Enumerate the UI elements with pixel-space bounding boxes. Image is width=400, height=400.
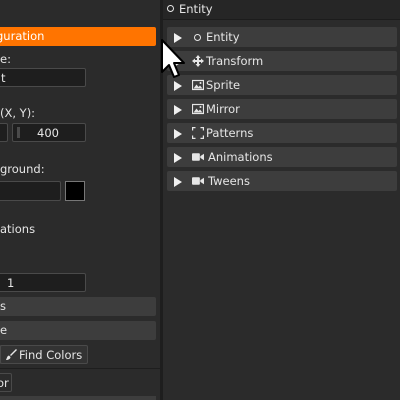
entity-title: Entity xyxy=(179,2,213,16)
expand-arrow-icon xyxy=(174,105,182,115)
button-2-label: e xyxy=(0,323,8,337)
image-icon xyxy=(192,79,204,91)
divider xyxy=(0,368,160,369)
size-y-value: 400 xyxy=(37,126,59,140)
entity-header: Entity xyxy=(163,0,400,20)
bottom-field[interactable]: or xyxy=(0,373,12,392)
section-mirror-label: Mirror xyxy=(206,102,240,116)
section-animations[interactable]: Animations xyxy=(167,147,397,167)
bottom-bar[interactable] xyxy=(0,396,156,400)
section-mirror[interactable]: Mirror xyxy=(167,99,397,119)
background-label: ground: xyxy=(0,162,45,176)
circle-icon xyxy=(194,34,201,41)
name-label: e: xyxy=(0,52,11,66)
expand-arrow-icon xyxy=(174,153,182,163)
configuration-panel: guration e: t (X, Y): 400 ground: ations… xyxy=(0,0,160,400)
brush-icon xyxy=(6,349,17,360)
video-icon xyxy=(192,177,204,185)
circle-icon xyxy=(167,5,174,12)
video-icon xyxy=(192,153,204,161)
image-icon xyxy=(192,103,204,115)
bottom-label: or xyxy=(0,376,9,390)
expand-arrow-icon xyxy=(174,129,182,139)
button-1-label: s xyxy=(0,299,6,313)
name-field[interactable]: t xyxy=(0,68,86,87)
section-animations-label: Animations xyxy=(208,150,273,164)
expand-arrow-icon xyxy=(174,81,182,91)
configuration-label: guration xyxy=(0,29,45,43)
button-1[interactable]: s xyxy=(0,297,156,316)
move-icon xyxy=(192,55,204,67)
section-tweens[interactable]: Tweens xyxy=(167,171,397,191)
name-value: t xyxy=(1,71,6,85)
find-colors-label: Find Colors xyxy=(19,348,83,362)
drag-handle[interactable] xyxy=(17,127,20,138)
section-entity[interactable]: Entity xyxy=(167,27,397,47)
section-sprite[interactable]: Sprite xyxy=(167,75,397,95)
frame-icon xyxy=(192,127,204,139)
number-value: 1 xyxy=(7,276,15,290)
size-x-field[interactable] xyxy=(0,123,8,142)
section-transform-label: Transform xyxy=(206,54,264,68)
section-patterns[interactable]: Patterns xyxy=(167,123,397,143)
section-sprite-label: Sprite xyxy=(206,78,241,92)
size-y-field[interactable]: 400 xyxy=(12,123,86,142)
section-transform[interactable]: Transform xyxy=(167,51,397,71)
animations-label: ations xyxy=(0,222,36,236)
section-entity-label: Entity xyxy=(206,30,240,44)
background-color-field[interactable] xyxy=(0,181,61,201)
section-tweens-label: Tweens xyxy=(208,174,250,188)
entity-panel: Entity Entity Transform Sprite Mirror Pa… xyxy=(163,0,400,400)
configuration-header[interactable]: guration xyxy=(0,27,156,46)
button-2[interactable]: e xyxy=(0,321,156,340)
mouse-cursor-icon xyxy=(161,39,185,78)
section-patterns-label: Patterns xyxy=(206,126,254,140)
expand-arrow-icon xyxy=(174,177,182,187)
find-colors-button[interactable]: Find Colors xyxy=(0,345,88,364)
size-label: (X, Y): xyxy=(0,106,36,120)
number-field[interactable]: 1 xyxy=(0,273,86,292)
background-color-swatch[interactable] xyxy=(65,181,85,201)
